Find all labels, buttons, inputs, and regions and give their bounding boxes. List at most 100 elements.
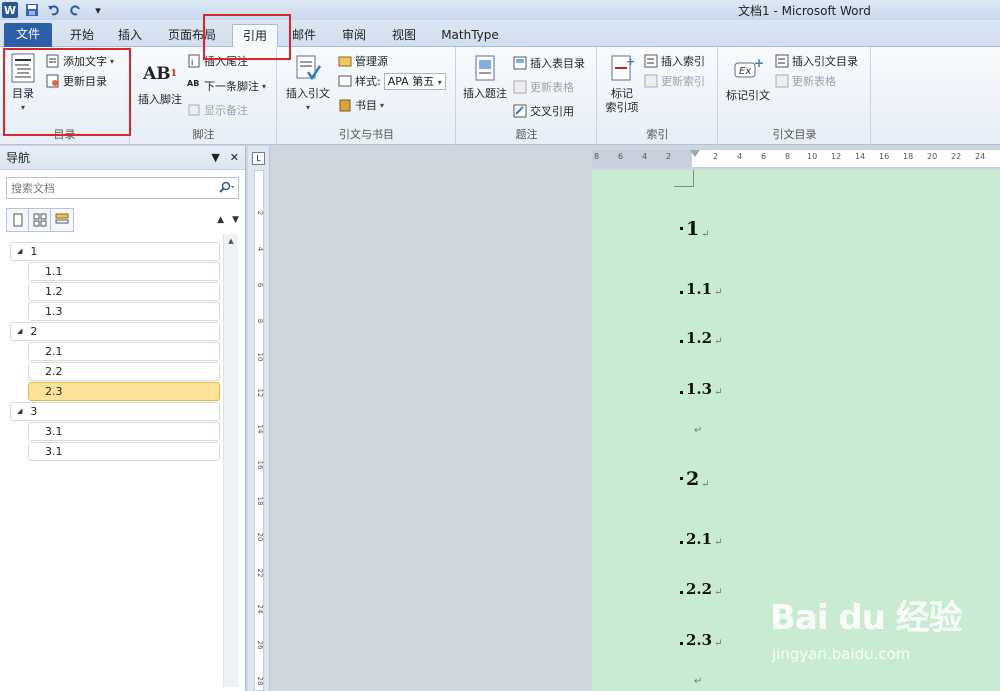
ruler-number: 8: [256, 318, 264, 324]
manage-sources-button[interactable]: 管理源: [338, 52, 388, 70]
ruler-number: 8: [785, 152, 791, 161]
mark-entry-button[interactable]: + 标记 索引项: [600, 53, 644, 115]
results-view-icon[interactable]: [51, 209, 73, 231]
empty-paragraph-mark: ↵: [694, 676, 703, 687]
insert-caption-button[interactable]: 插入题注: [459, 53, 511, 101]
cross-reference-button[interactable]: 交叉引用: [513, 102, 574, 120]
nav-heading-item[interactable]: 2.2: [28, 362, 220, 381]
update-toa-button[interactable]: 更新表格: [775, 72, 836, 90]
collapse-triangle-icon[interactable]: ◢: [17, 403, 22, 420]
insert-footnote-button[interactable]: AB 1 插入脚注: [135, 59, 185, 107]
nav-heading-list: ◢ 1 1.1 1.2 1.3 ◢ 2 2.1 2.2 2.3 ◢ 3 3.1 3.1: [10, 242, 220, 462]
document-heading[interactable]: 1.3 ↵: [680, 380, 723, 398]
mark-citation-button[interactable]: Ex + 标记引文: [721, 55, 775, 103]
insert-caption-label: 插入题注: [463, 87, 507, 100]
document-heading[interactable]: 1.1 ↵: [680, 280, 723, 298]
tab-home[interactable]: 开始: [62, 24, 102, 47]
bibliography-button[interactable]: 书目 ▾: [338, 96, 384, 114]
nav-header: 导航 ▼ ✕: [0, 146, 245, 170]
indent-marker-icon[interactable]: [690, 150, 700, 157]
document-heading[interactable]: 2 ↵: [680, 468, 710, 490]
baidu-jingyan-watermark: Bai du 经验 jingyan.baidu.com: [770, 590, 995, 670]
nav-heading-item[interactable]: 2.1: [28, 342, 220, 361]
nav-heading-item[interactable]: 1.2: [28, 282, 220, 301]
search-icon[interactable]: [218, 181, 234, 196]
style-dropdown[interactable]: APA 第五 ▾: [383, 72, 446, 90]
nav-scrollbar[interactable]: ▲: [223, 234, 238, 687]
insert-caption-icon: [470, 53, 500, 83]
headings-view-icon[interactable]: [7, 209, 29, 231]
next-footnote-label: 下一条脚注: [204, 80, 259, 93]
cross-reference-icon: [513, 104, 527, 118]
ruler-number: 10: [256, 352, 264, 362]
manage-sources-label: 管理源: [355, 55, 388, 68]
index-group-label: 索引: [646, 128, 669, 141]
nav-heading-item[interactable]: ◢ 1: [10, 242, 220, 261]
update-index-button[interactable]: 更新索引: [644, 72, 705, 90]
ruler-number: 8: [594, 152, 600, 161]
document-heading[interactable]: 2.1 ↵: [680, 530, 723, 548]
nav-options-icon[interactable]: ▼: [211, 151, 219, 164]
citations-group: 插入引文 ▾ 管理源 样式: APA 第五 ▾ 书目 ▾ 引文与书目: [278, 47, 456, 145]
word-app-icon[interactable]: W: [2, 2, 18, 18]
ruler-number: 6: [761, 152, 767, 161]
nav-heading-label: 2.3: [45, 385, 63, 398]
insert-index-icon: [644, 54, 658, 68]
tab-mathtype[interactable]: MathType: [436, 24, 504, 47]
document-heading[interactable]: 1 ↵: [680, 218, 710, 240]
save-icon[interactable]: [24, 2, 40, 18]
nav-heading-item[interactable]: ◢ 2: [10, 322, 220, 341]
collapse-triangle-icon[interactable]: ◢: [17, 243, 22, 260]
collapse-triangle-icon[interactable]: ◢: [17, 323, 22, 340]
nav-view-toolbar: ▲ ▼: [6, 207, 239, 233]
document-heading[interactable]: 2.2 ↵: [680, 580, 723, 598]
insert-table-of-figures-button[interactable]: 插入表目录: [513, 54, 585, 72]
insert-toa-button[interactable]: 插入引文目录: [775, 52, 858, 70]
customize-qat-icon[interactable]: ▾: [90, 2, 106, 18]
redo-icon[interactable]: [68, 2, 84, 18]
insert-citation-icon: [293, 53, 323, 83]
update-table-button[interactable]: 更新表格: [513, 78, 574, 96]
undo-icon[interactable]: [46, 2, 62, 18]
insert-toa-icon: [775, 54, 789, 68]
close-icon[interactable]: ✕: [230, 151, 239, 164]
insert-citation-button[interactable]: 插入引文 ▾: [284, 53, 332, 115]
vertical-ruler: L 2 4 6 8 10 12 14 16 18 20 22 24 26 28: [248, 146, 270, 691]
update-table-icon: [513, 80, 527, 94]
scroll-up-icon[interactable]: ▲: [224, 234, 238, 249]
title-bar: W ▾ 文档1 - Microsoft Word: [0, 0, 1000, 20]
document-heading[interactable]: 1.2 ↵: [680, 329, 723, 347]
mark-entry-label-2: 索引项: [605, 101, 639, 114]
style-selector[interactable]: 样式: APA 第五 ▾: [338, 72, 446, 90]
nav-heading-item[interactable]: 1.3: [28, 302, 220, 321]
nav-heading-item[interactable]: ◢ 3: [10, 402, 220, 421]
index-group: + 标记 索引项 插入索引 更新索引 索引: [598, 47, 718, 145]
tab-view[interactable]: 视图: [384, 24, 424, 47]
style-value: APA 第五: [387, 74, 435, 88]
insert-index-button[interactable]: 插入索引: [644, 52, 705, 70]
update-toa-label: 更新表格: [792, 75, 836, 88]
previous-heading-icon[interactable]: ▲: [217, 215, 224, 225]
tab-file[interactable]: 文件: [4, 23, 52, 47]
heading-text: 2: [686, 468, 700, 490]
next-heading-icon[interactable]: ▼: [232, 215, 239, 225]
chevron-down-icon: ▾: [380, 100, 385, 110]
horizontal-ruler: 8 6 4 2 2 4 6 8 10 12 14 16 18 20 22 24: [592, 150, 1000, 168]
show-notes-button[interactable]: 显示备注: [187, 101, 248, 119]
ruler-number: 20: [256, 532, 264, 542]
search-input[interactable]: 搜索文档: [6, 177, 239, 199]
document-heading[interactable]: 2.3 ↵: [680, 631, 723, 649]
next-footnote-button[interactable]: AB 下一条脚注 ▾: [187, 77, 266, 95]
heading-text: 1: [686, 218, 700, 240]
tab-insert[interactable]: 插入: [110, 24, 150, 47]
nav-heading-item[interactable]: 1.1: [28, 262, 220, 281]
nav-heading-item[interactable]: 3.1: [28, 442, 220, 461]
tab-review[interactable]: 审阅: [334, 24, 374, 47]
pages-view-icon[interactable]: [29, 209, 51, 231]
nav-heading-item-selected[interactable]: 2.3: [28, 382, 220, 401]
heading-text: 1.3: [686, 380, 713, 398]
insert-toa-label: 插入引文目录: [792, 55, 858, 68]
nav-view-buttons: [6, 208, 74, 232]
tab-selector-icon[interactable]: L: [252, 152, 265, 165]
nav-heading-item[interactable]: 3.1: [28, 422, 220, 441]
